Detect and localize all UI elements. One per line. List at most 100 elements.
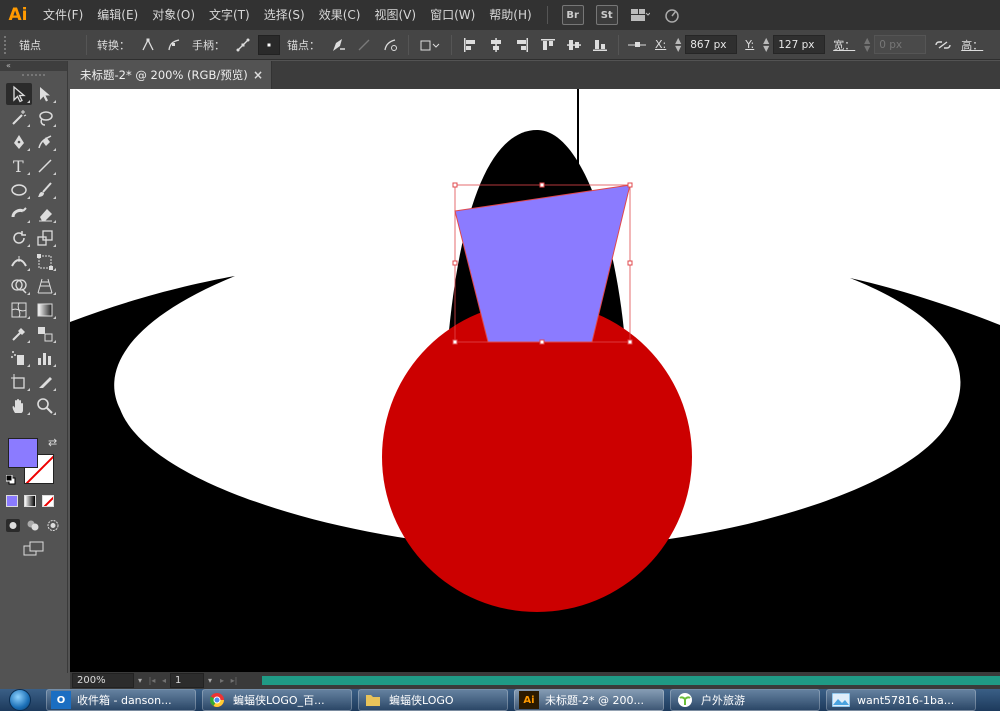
- perspective-grid-tool-icon[interactable]: [32, 275, 58, 297]
- column-graph-tool-icon[interactable]: [32, 347, 58, 369]
- ellipse-tool-icon[interactable]: [6, 179, 32, 201]
- constrain-proportions-icon[interactable]: [932, 35, 954, 55]
- menu-file[interactable]: 文件(F): [36, 0, 90, 30]
- taskbar-item[interactable]: 户外旅游: [670, 689, 820, 711]
- taskbar-item[interactable]: Ai 未标题-2* @ 200...: [514, 689, 664, 711]
- zoom-tool-icon[interactable]: [32, 395, 58, 417]
- menu-select[interactable]: 选择(S): [257, 0, 312, 30]
- close-tab-icon[interactable]: ×: [253, 68, 263, 82]
- paintbrush-tool-icon[interactable]: [32, 179, 58, 201]
- taskbar-item[interactable]: 蝙蝠侠LOGO_百...: [202, 689, 352, 711]
- artboard-tool-icon[interactable]: [6, 371, 32, 393]
- mesh-tool-icon[interactable]: [6, 299, 32, 321]
- slice-tool-icon[interactable]: [32, 371, 58, 393]
- handle[interactable]: [627, 260, 633, 266]
- width-field[interactable]: 0 px: [874, 35, 927, 54]
- free-transform-tool-icon[interactable]: [32, 251, 58, 273]
- y-field[interactable]: 127 px: [773, 35, 826, 54]
- handle[interactable]: [452, 260, 458, 266]
- blend-tool-icon[interactable]: [32, 323, 58, 345]
- x-field[interactable]: 867 px: [685, 35, 738, 54]
- line-segment-tool-icon[interactable]: [32, 155, 58, 177]
- align-bottom-icon[interactable]: [589, 35, 611, 55]
- zoom-dropdown-icon[interactable]: ▾: [134, 676, 146, 685]
- symbol-sprayer-tool-icon[interactable]: [6, 347, 32, 369]
- align-left-icon[interactable]: [459, 35, 481, 55]
- blob-brush-tool-icon[interactable]: [6, 203, 32, 225]
- start-button[interactable]: [0, 689, 40, 711]
- stock-button[interactable]: St: [595, 5, 618, 25]
- convert-to-corner-icon[interactable]: [137, 35, 159, 55]
- menu-view[interactable]: 视图(V): [367, 0, 423, 30]
- magic-wand-tool-icon[interactable]: [6, 107, 32, 129]
- zoom-field[interactable]: 200%: [72, 673, 134, 688]
- menu-edit[interactable]: 编辑(E): [90, 0, 145, 30]
- gpu-performance-icon[interactable]: [660, 5, 684, 25]
- menu-object[interactable]: 对象(O): [145, 0, 202, 30]
- convert-to-smooth-icon[interactable]: [163, 35, 185, 55]
- pen-tool-icon[interactable]: [6, 131, 32, 153]
- rotate-tool-icon[interactable]: [6, 227, 32, 249]
- draw-behind-icon[interactable]: [26, 519, 40, 532]
- last-artboard-icon[interactable]: ▸|: [228, 676, 240, 685]
- eyedropper-tool-icon[interactable]: [6, 323, 32, 345]
- bridge-button[interactable]: Br: [561, 5, 584, 25]
- align-top-icon[interactable]: [537, 35, 559, 55]
- fill-swatch[interactable]: [8, 438, 38, 468]
- align-right-icon[interactable]: [511, 35, 533, 55]
- handle[interactable]: [627, 182, 633, 188]
- selection-tool-icon[interactable]: [6, 83, 32, 105]
- lasso-tool-icon[interactable]: [32, 107, 58, 129]
- remove-anchor-icon[interactable]: [327, 35, 349, 55]
- swap-fill-stroke-icon[interactable]: ⇄: [48, 436, 57, 449]
- grip-handle[interactable]: [22, 74, 45, 80]
- color-icon[interactable]: [6, 495, 18, 507]
- isolate-object-icon[interactable]: [416, 35, 444, 55]
- red-circle[interactable]: [382, 302, 692, 612]
- reference-point-icon[interactable]: [626, 35, 648, 55]
- none-icon[interactable]: [42, 495, 54, 507]
- type-tool-icon[interactable]: T: [6, 155, 32, 177]
- first-artboard-icon[interactable]: |◂: [146, 676, 158, 685]
- scale-tool-icon[interactable]: [32, 227, 58, 249]
- direct-selection-tool-icon[interactable]: [32, 83, 58, 105]
- artboard-dropdown-icon[interactable]: ▾: [204, 676, 216, 685]
- arrange-documents-icon[interactable]: [628, 5, 652, 25]
- curvature-tool-icon[interactable]: [32, 131, 58, 153]
- handle[interactable]: [627, 339, 633, 345]
- hand-tool-icon[interactable]: [6, 395, 32, 417]
- menu-effect[interactable]: 效果(C): [312, 0, 368, 30]
- align-center-icon[interactable]: [485, 35, 507, 55]
- hide-handles-icon[interactable]: [258, 34, 280, 55]
- shape-builder-tool-icon[interactable]: [6, 275, 32, 297]
- width-tool-icon[interactable]: [6, 251, 32, 273]
- draw-inside-icon[interactable]: [46, 519, 60, 532]
- show-handles-icon[interactable]: [232, 35, 254, 55]
- handle[interactable]: [452, 339, 458, 345]
- grip-handle[interactable]: [4, 35, 8, 54]
- eraser-tool-icon[interactable]: [32, 203, 58, 225]
- taskbar-item[interactable]: O 收件箱 - danson...: [46, 689, 196, 711]
- width-stepper-icon[interactable]: ▲ ▼: [862, 36, 872, 53]
- x-stepper-icon[interactable]: ▲ ▼: [673, 36, 683, 53]
- handle[interactable]: [452, 182, 458, 188]
- gradient-tool-icon[interactable]: [32, 299, 58, 321]
- collapse-panel-icon[interactable]: «: [0, 61, 67, 71]
- connect-anchors-icon[interactable]: [353, 35, 375, 55]
- taskbar-item[interactable]: 蝙蝠侠LOGO: [358, 689, 508, 711]
- document-tab[interactable]: 未标题-2* @ 200% (RGB/预览) ×: [70, 61, 272, 89]
- menu-type[interactable]: 文字(T): [202, 0, 257, 30]
- taskbar-item[interactable]: want57816-1ba...: [826, 689, 976, 711]
- handle[interactable]: [539, 339, 545, 345]
- draw-normal-icon[interactable]: [6, 519, 20, 532]
- menu-window[interactable]: 窗口(W): [423, 0, 482, 30]
- handle[interactable]: [539, 182, 545, 188]
- previous-artboard-icon[interactable]: ◂: [158, 676, 170, 685]
- align-middle-icon[interactable]: [563, 35, 585, 55]
- artboard-number-field[interactable]: 1: [170, 673, 204, 688]
- gradient-icon[interactable]: [24, 495, 36, 507]
- menu-help[interactable]: 帮助(H): [482, 0, 538, 30]
- y-stepper-icon[interactable]: ▲ ▼: [761, 36, 771, 53]
- default-fill-stroke-icon[interactable]: [5, 474, 16, 485]
- next-artboard-icon[interactable]: ▸: [216, 676, 228, 685]
